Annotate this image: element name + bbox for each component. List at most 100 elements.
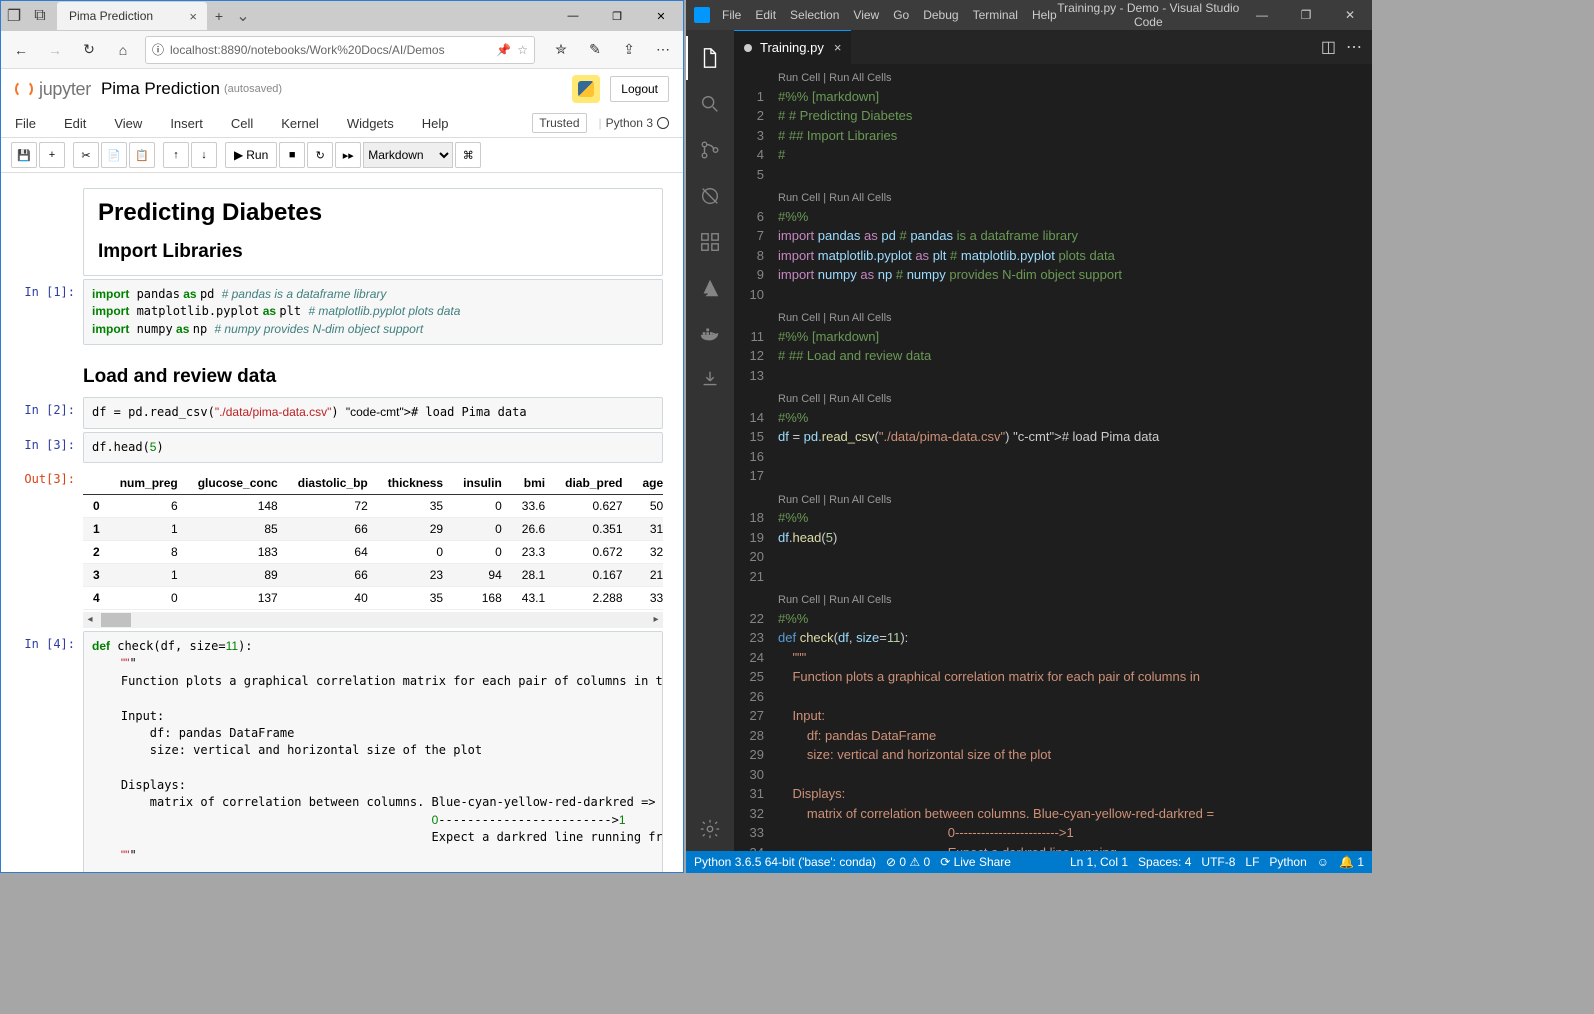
code-line[interactable]: 24 """ [734, 648, 1372, 668]
browser-tab-active[interactable]: Pima Prediction × [57, 2, 207, 30]
paste-button[interactable]: 📋 [129, 142, 155, 168]
code-line[interactable]: 20 [734, 547, 1372, 567]
status-problems[interactable]: ⊘ 0 ⚠ 0 [886, 855, 930, 869]
code-line[interactable]: 26 [734, 687, 1372, 707]
layouts-icon[interactable]: ⧉ [33, 9, 47, 23]
activity-debug-icon[interactable] [686, 174, 734, 218]
tab-close-icon[interactable]: × [834, 40, 842, 55]
notes-icon[interactable]: ✎ [579, 35, 611, 65]
code-line[interactable]: 7import pandas as pd # pandas is a dataf… [734, 226, 1372, 246]
status-liveshare[interactable]: ⟳ Live Share [940, 855, 1011, 869]
code-line[interactable]: 25 Function plots a graphical correlatio… [734, 667, 1372, 687]
address-bar[interactable]: ⓘ 📌 ☆ [145, 36, 535, 64]
vsc-menu-edit[interactable]: Edit [755, 8, 776, 22]
code-cell-3[interactable]: df.head(5) [83, 432, 663, 463]
move-up-button[interactable]: ↑ [163, 142, 189, 168]
minimize-button[interactable]: — [551, 1, 595, 31]
codelens-run[interactable]: Run Cell | Run All Cells [734, 70, 1372, 87]
menu-view[interactable]: View [114, 116, 142, 131]
restart-run-button[interactable]: ▸▸ [335, 142, 361, 168]
code-line[interactable]: 21 [734, 567, 1372, 587]
code-line[interactable]: 2# # Predicting Diabetes [734, 106, 1372, 126]
code-line[interactable]: 11#%% [markdown] [734, 327, 1372, 347]
vsc-menu-go[interactable]: Go [893, 8, 909, 22]
code-cell-1[interactable]: import pandas as pd # pandas is a datafr… [83, 279, 663, 345]
code-line[interactable]: 10 [734, 285, 1372, 305]
code-line[interactable]: 17 [734, 466, 1372, 486]
split-editor-icon[interactable]: ◫ [1321, 37, 1336, 57]
notebook-title[interactable]: Pima Prediction [101, 79, 220, 99]
run-cell-button[interactable]: ▶ Run [225, 142, 277, 168]
code-line[interactable]: 18#%% [734, 508, 1372, 528]
code-line[interactable]: 31 Displays: [734, 784, 1372, 804]
status-eol[interactable]: LF [1245, 855, 1259, 869]
markdown-cell-heading[interactable]: Predicting Diabetes Import Libraries [83, 188, 663, 276]
favorites-icon[interactable]: ✮ [545, 35, 577, 65]
vsc-maximize-button[interactable]: ❐ [1284, 0, 1328, 30]
scroll-left-icon[interactable]: ◂ [83, 614, 97, 625]
code-line[interactable]: 34 Expect a darkred line running [734, 843, 1372, 852]
code-line[interactable]: 23def check(df, size=11): [734, 628, 1372, 648]
refresh-button[interactable]: ↻ [73, 35, 105, 65]
code-line[interactable]: 1#%% [markdown] [734, 87, 1372, 107]
command-palette-button[interactable]: ⌘ [455, 142, 481, 168]
horizontal-scrollbar[interactable]: ◂ ▸ [83, 612, 663, 628]
interrupt-button[interactable]: ■ [279, 142, 305, 168]
trusted-badge[interactable]: Trusted [532, 113, 586, 133]
vsc-close-button[interactable]: ✕ [1328, 0, 1372, 30]
code-line[interactable]: 19df.head(5) [734, 528, 1372, 548]
activity-scm-icon[interactable] [686, 128, 734, 172]
code-line[interactable]: 27 Input: [734, 706, 1372, 726]
favorite-icon[interactable]: ☆ [517, 43, 528, 57]
code-line[interactable]: 4# [734, 145, 1372, 165]
code-line[interactable]: 3# ## Import Libraries [734, 126, 1372, 146]
vsc-menu-file[interactable]: File [722, 8, 741, 22]
tabs-chevron-icon[interactable]: ⌄ [231, 6, 255, 26]
code-line[interactable]: 8import matplotlib.pyplot as plt # matpl… [734, 246, 1372, 266]
code-line[interactable]: 5 [734, 165, 1372, 185]
codelens-run[interactable]: Run Cell | Run All Cells [734, 310, 1372, 327]
maximize-button[interactable]: ❐ [595, 1, 639, 31]
tabs-icon[interactable]: ❐ [7, 9, 21, 23]
celltype-select[interactable]: Markdown [363, 142, 453, 168]
status-language[interactable]: Python [1269, 855, 1306, 869]
jupyter-logo[interactable]: jupyter [15, 79, 91, 100]
code-line[interactable]: 28 df: pandas DataFrame [734, 726, 1372, 746]
restart-button[interactable]: ↻ [307, 142, 333, 168]
vsc-menu-terminal[interactable]: Terminal [973, 8, 1018, 22]
move-down-button[interactable]: ↓ [191, 142, 217, 168]
menu-widgets[interactable]: Widgets [347, 116, 394, 131]
code-line[interactable]: 14#%% [734, 408, 1372, 428]
cut-button[interactable]: ✂ [73, 142, 99, 168]
menu-help[interactable]: Help [422, 116, 449, 131]
activity-docker-icon[interactable] [686, 312, 734, 356]
vsc-menu-view[interactable]: View [853, 8, 879, 22]
menu-file[interactable]: File [15, 116, 36, 131]
code-line[interactable]: 33 0------------------------>1 [734, 823, 1372, 843]
back-button[interactable]: ← [5, 35, 37, 65]
code-line[interactable]: 30 [734, 765, 1372, 785]
activity-explorer-icon[interactable] [686, 36, 734, 80]
code-line[interactable]: 6#%% [734, 207, 1372, 227]
home-button[interactable]: ⌂ [107, 35, 139, 65]
menu-kernel[interactable]: Kernel [281, 116, 319, 131]
vsc-menu-help[interactable]: Help [1032, 8, 1057, 22]
code-line[interactable]: 15df = pd.read_csv("./data/pima-data.csv… [734, 427, 1372, 447]
vsc-menu-selection[interactable]: Selection [790, 8, 839, 22]
forward-button[interactable]: → [39, 35, 71, 65]
save-button[interactable]: 💾 [11, 142, 37, 168]
kernel-indicator[interactable]: | Python 3 [599, 116, 670, 130]
close-button[interactable]: ✕ [639, 1, 683, 31]
code-line[interactable]: 16 [734, 447, 1372, 467]
site-info-icon[interactable]: ⓘ [152, 41, 164, 58]
code-editor[interactable]: Run Cell | Run All Cells1#%% [markdown]2… [734, 64, 1372, 851]
activity-settings-icon[interactable] [686, 807, 734, 851]
code-line[interactable]: 32 matrix of correlation between columns… [734, 804, 1372, 824]
codelens-run[interactable]: Run Cell | Run All Cells [734, 492, 1372, 509]
status-cursor-pos[interactable]: Ln 1, Col 1 [1070, 855, 1128, 869]
code-cell-4[interactable]: def check(df, size=11): """ Function plo… [83, 631, 663, 872]
copy-button[interactable]: 📄 [101, 142, 127, 168]
editor-tab-training[interactable]: Training.py × [734, 30, 851, 64]
more-icon[interactable]: ⋯ [647, 35, 679, 65]
activity-extensions-icon[interactable] [686, 220, 734, 264]
